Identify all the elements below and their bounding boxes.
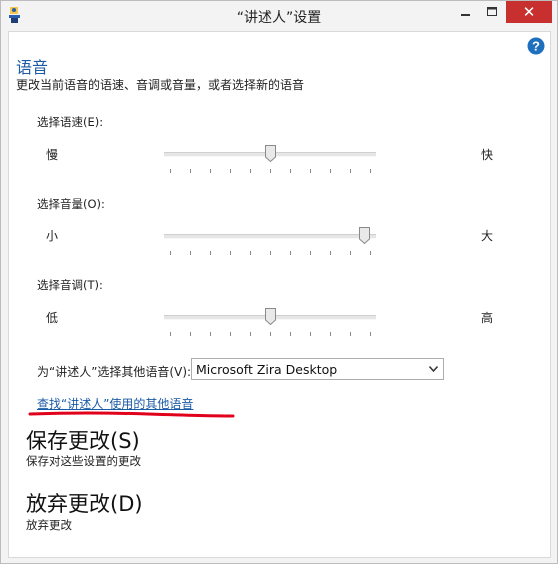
slider-tick [370, 332, 371, 336]
slider-tick [350, 251, 351, 255]
slider-tick [210, 251, 211, 255]
minimize-button[interactable] [451, 1, 479, 23]
slider-tick [330, 332, 331, 336]
speed-low-label: 慢 [46, 148, 59, 162]
red-annotation-underline [28, 411, 235, 418]
title-bar[interactable]: “讲述人”设置 ✕ [1, 1, 557, 31]
save-changes-button[interactable]: 保存更改(S) [26, 425, 140, 455]
slider-tick [250, 169, 251, 173]
slider-tick [350, 169, 351, 173]
settings-panel: ? 语音 更改当前语音的语速、音调或音量，或者选择新的语音 选择语速(E): 慢… [8, 31, 551, 558]
voice-select-label: 为“讲述人”选择其他语音(V): [37, 365, 192, 379]
speed-slider[interactable] [164, 141, 376, 181]
slider-tick [170, 169, 171, 173]
slider-tick [290, 332, 291, 336]
slider-thumb[interactable] [359, 227, 370, 244]
discard-changes-description: 放弃更改 [26, 518, 72, 532]
slider-tick [370, 251, 371, 255]
slider-tick [170, 332, 171, 336]
pitch-slider[interactable] [164, 304, 376, 344]
slider-tick [330, 169, 331, 173]
slider-ticks [164, 332, 376, 337]
slider-tick [310, 332, 311, 336]
slider-tick [290, 169, 291, 173]
voice-dropdown-value: Microsoft Zira Desktop [196, 362, 338, 377]
close-icon: ✕ [522, 3, 536, 21]
slider-tick [190, 169, 191, 173]
save-changes-description: 保存对这些设置的更改 [26, 454, 141, 468]
slider-tick [230, 169, 231, 173]
voice-dropdown[interactable]: Microsoft Zira Desktop [191, 358, 444, 380]
pitch-high-label: 高 [481, 311, 494, 325]
slider-tick [290, 251, 291, 255]
slider-tick [250, 332, 251, 336]
slider-tick [230, 251, 231, 255]
volume-high-label: 大 [481, 229, 494, 243]
slider-tick [270, 169, 271, 173]
svg-text:?: ? [532, 39, 540, 54]
slider-thumb[interactable] [265, 308, 276, 325]
slider-tick [250, 251, 251, 255]
section-description: 更改当前语音的语速、音调或音量，或者选择新的语音 [16, 78, 305, 92]
slider-tick [190, 251, 191, 255]
slider-tick [210, 169, 211, 173]
volume-low-label: 小 [46, 229, 59, 243]
slider-tick [170, 251, 171, 255]
slider-tick [310, 169, 311, 173]
volume-slider[interactable] [164, 223, 376, 263]
slider-thumb[interactable] [265, 145, 276, 162]
help-icon[interactable]: ? [527, 37, 545, 55]
minimize-icon [461, 14, 470, 16]
maximize-button[interactable] [479, 1, 505, 23]
slider-tick [350, 332, 351, 336]
speed-label: 选择语速(E): [37, 115, 104, 129]
slider-track [164, 234, 376, 239]
pitch-label: 选择音调(T): [37, 278, 103, 292]
close-button[interactable]: ✕ [506, 1, 552, 23]
chevron-down-icon [429, 366, 438, 372]
slider-ticks [164, 169, 376, 174]
slider-tick [310, 251, 311, 255]
slider-tick [330, 251, 331, 255]
slider-tick [230, 332, 231, 336]
pitch-low-label: 低 [46, 311, 59, 325]
volume-label: 选择音量(O): [37, 197, 105, 211]
slider-tick [270, 251, 271, 255]
discard-changes-button[interactable]: 放弃更改(D) [26, 488, 143, 518]
slider-tick [210, 332, 211, 336]
section-title: 语音 [16, 58, 49, 77]
slider-tick [270, 332, 271, 336]
maximize-icon [487, 7, 497, 16]
slider-ticks [164, 251, 376, 256]
narrator-settings-window: “讲述人”设置 ✕ ? 语音 更改当前语音的语速、音调或音量，或者选择新的语音 … [0, 0, 558, 564]
slider-tick [190, 332, 191, 336]
speed-high-label: 快 [481, 148, 494, 162]
slider-tick [370, 169, 371, 173]
